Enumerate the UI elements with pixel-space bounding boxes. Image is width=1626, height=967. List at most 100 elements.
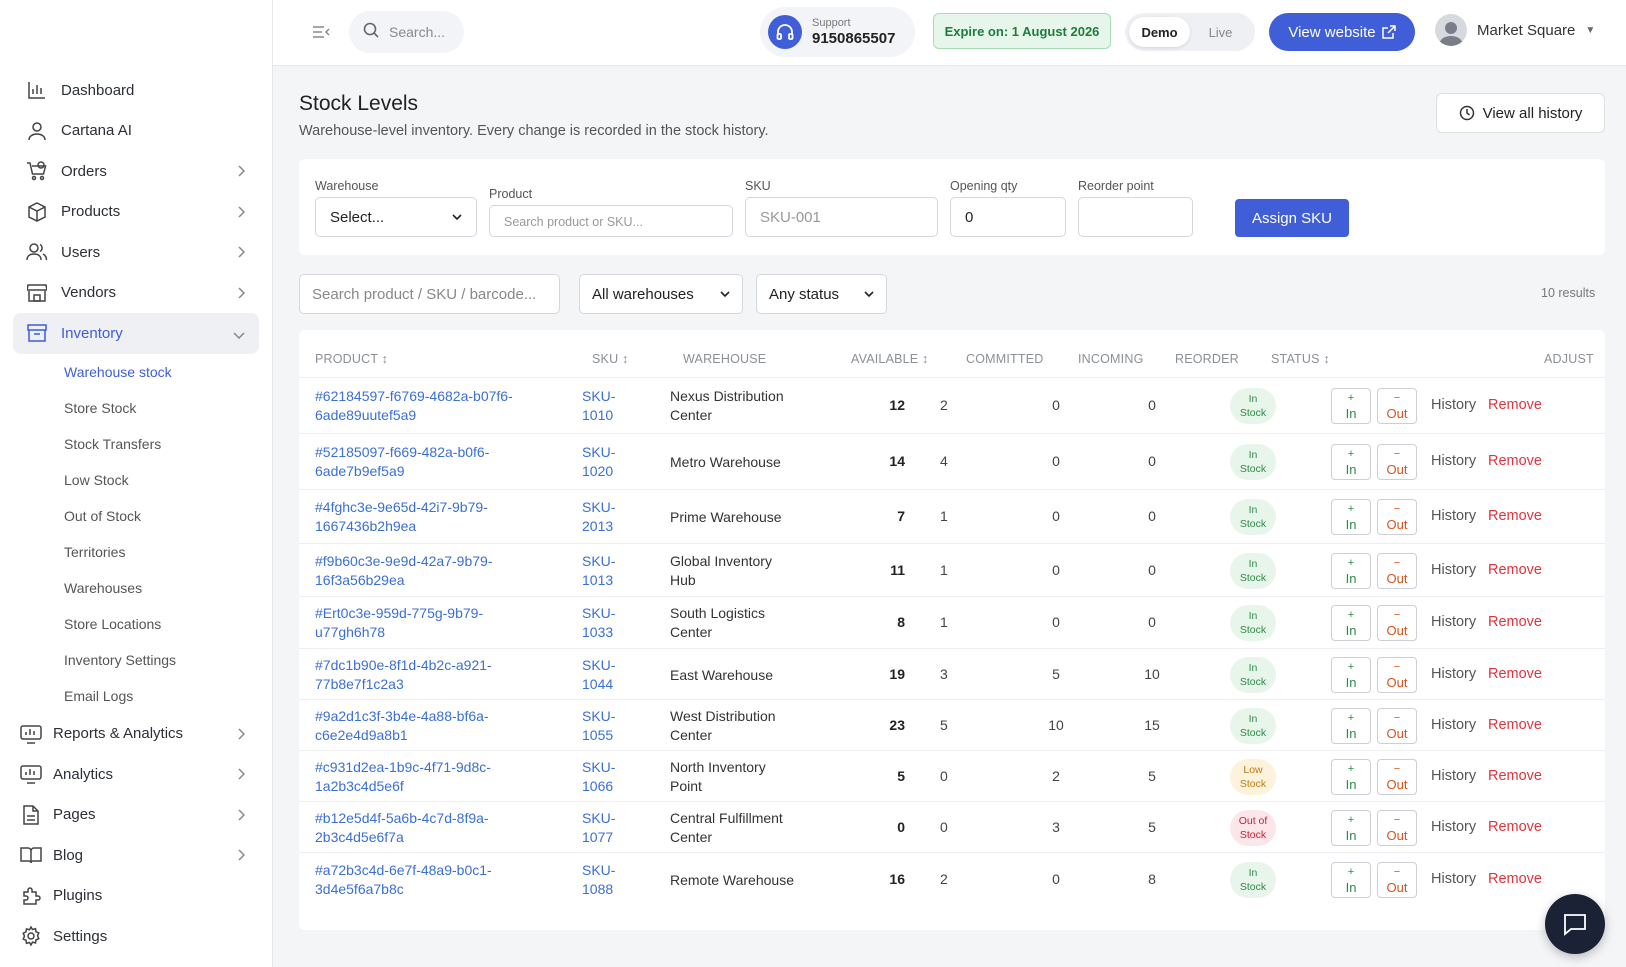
stock-out-button[interactable]: − Out: [1377, 708, 1417, 744]
stock-in-button[interactable]: + In: [1331, 708, 1371, 744]
submenu-item-stock-transfers[interactable]: Stock Transfers: [64, 426, 259, 462]
stock-in-button[interactable]: + In: [1331, 657, 1371, 693]
history-link[interactable]: History: [1431, 819, 1476, 835]
warehouse-select[interactable]: Select...: [315, 197, 477, 237]
submenu-item-inventory-settings[interactable]: Inventory Settings: [64, 642, 259, 678]
column-header-product[interactable]: PRODUCT ↕: [315, 352, 388, 366]
history-link[interactable]: History: [1431, 397, 1476, 413]
table-search-input[interactable]: [312, 285, 547, 303]
support-contact[interactable]: Support 9150865507: [760, 7, 915, 57]
sku-link[interactable]: SKU- 1013: [582, 552, 632, 590]
mode-live-button[interactable]: Live: [1190, 17, 1251, 47]
sku-input[interactable]: [745, 197, 938, 237]
history-link[interactable]: History: [1431, 717, 1476, 733]
sidebar-item-vendors[interactable]: Vendors: [13, 273, 259, 314]
stock-in-button[interactable]: + In: [1331, 444, 1371, 480]
remove-link[interactable]: Remove: [1488, 614, 1542, 630]
stock-out-button[interactable]: − Out: [1377, 810, 1417, 846]
sidebar-item-cartana-ai[interactable]: Cartana AI: [13, 111, 259, 152]
remove-link[interactable]: Remove: [1488, 666, 1542, 682]
submenu-item-out-of-stock[interactable]: Out of Stock: [64, 498, 259, 534]
user-menu[interactable]: Market Square ▼: [1435, 14, 1595, 46]
column-header-sku[interactable]: SKU ↕: [592, 352, 628, 366]
stock-out-button[interactable]: − Out: [1377, 444, 1417, 480]
product-link[interactable]: #52185097-f669-482a-b0f6- 6ade7b9ef5a9: [315, 443, 545, 481]
menu-collapse-icon[interactable]: [311, 22, 333, 44]
remove-link[interactable]: Remove: [1488, 397, 1542, 413]
product-link[interactable]: #9a2d1c3f-3b4e-4a88-bf6a-c6e2e4d9a8b1: [315, 707, 545, 745]
mode-demo-button[interactable]: Demo: [1129, 17, 1190, 47]
stock-in-button[interactable]: + In: [1331, 553, 1371, 589]
opening-qty-input[interactable]: [950, 197, 1066, 237]
stock-out-button[interactable]: − Out: [1377, 759, 1417, 795]
submenu-item-warehouse-stock[interactable]: Warehouse stock: [64, 354, 259, 390]
sku-link[interactable]: SKU- 1066: [582, 758, 632, 796]
submenu-item-low-stock[interactable]: Low Stock: [64, 462, 259, 498]
remove-link[interactable]: Remove: [1488, 871, 1542, 887]
remove-link[interactable]: Remove: [1488, 819, 1542, 835]
sidebar-item-plugins[interactable]: Plugins: [13, 876, 259, 917]
product-link[interactable]: #b12e5d4f-5a6b-4c7d-8f9a- 2b3c4d5e6f7a: [315, 809, 545, 847]
status-filter-select[interactable]: Any status: [756, 274, 887, 314]
submenu-item-warehouses[interactable]: Warehouses: [64, 570, 259, 606]
header-search[interactable]: [349, 11, 464, 53]
submenu-item-email-logs[interactable]: Email Logs: [64, 678, 259, 714]
stock-out-button[interactable]: − Out: [1377, 657, 1417, 693]
stock-in-button[interactable]: + In: [1331, 810, 1371, 846]
history-link[interactable]: History: [1431, 871, 1476, 887]
column-header-available[interactable]: AVAILABLE ↕: [851, 352, 928, 366]
product-link[interactable]: #a72b3c4d-6e7f-48a9-b0c1- 3d4e5f6a7b8c: [315, 861, 545, 899]
remove-link[interactable]: Remove: [1488, 562, 1542, 578]
sidebar-item-orders[interactable]: Orders: [13, 151, 259, 192]
remove-link[interactable]: Remove: [1488, 768, 1542, 784]
stock-in-button[interactable]: + In: [1331, 759, 1371, 795]
history-link[interactable]: History: [1431, 666, 1476, 682]
submenu-item-store-locations[interactable]: Store Locations: [64, 606, 259, 642]
stock-in-button[interactable]: + In: [1331, 862, 1371, 898]
remove-link[interactable]: Remove: [1488, 717, 1542, 733]
assign-sku-button[interactable]: Assign SKU: [1235, 199, 1349, 237]
sku-link[interactable]: SKU- 1088: [582, 861, 632, 899]
product-link[interactable]: #c931d2ea-1b9c-4f71-9d8c- 1a2b3c4d5e6f: [315, 758, 545, 796]
stock-out-button[interactable]: − Out: [1377, 388, 1417, 424]
submenu-item-store-stock[interactable]: Store Stock: [64, 390, 259, 426]
sku-link[interactable]: SKU- 1044: [582, 656, 632, 694]
column-header-status[interactable]: STATUS ↕: [1271, 352, 1330, 366]
stock-out-button[interactable]: − Out: [1377, 499, 1417, 535]
product-link[interactable]: #7dc1b90e-8f1d-4b2c-a921- 77b8e7f1c2a3: [315, 656, 545, 694]
history-link[interactable]: History: [1431, 614, 1476, 630]
stock-out-button[interactable]: − Out: [1377, 605, 1417, 641]
sidebar-item-users[interactable]: Users: [13, 232, 259, 273]
reorder-point-input[interactable]: [1078, 197, 1193, 237]
history-link[interactable]: History: [1431, 562, 1476, 578]
history-link[interactable]: History: [1431, 508, 1476, 524]
stock-out-button[interactable]: − Out: [1377, 862, 1417, 898]
product-search-input[interactable]: [489, 205, 733, 237]
remove-link[interactable]: Remove: [1488, 508, 1542, 524]
view-website-button[interactable]: View website: [1269, 13, 1415, 51]
sidebar-item-products[interactable]: Products: [13, 192, 259, 233]
view-all-history-button[interactable]: View all history: [1436, 93, 1605, 133]
product-link[interactable]: #62184597-f6769-4682a-b07f6- 6ade89uutef5…: [315, 387, 545, 425]
stock-in-button[interactable]: + In: [1331, 605, 1371, 641]
sidebar-item-pages[interactable]: Pages: [13, 795, 259, 836]
stock-in-button[interactable]: + In: [1331, 388, 1371, 424]
table-search[interactable]: [299, 274, 560, 314]
product-link[interactable]: #f9b60c3e-9e9d-42a7-9b79- 16f3a56b29ea: [315, 552, 545, 590]
header-search-input[interactable]: [389, 24, 459, 40]
sidebar-item-blog[interactable]: Blog: [13, 835, 259, 876]
sku-link[interactable]: SKU- 2013: [582, 498, 632, 536]
product-link[interactable]: #4fghc3e-9e65d-42i7-9b79- 1667436b2h9ea: [315, 498, 545, 536]
sku-link[interactable]: SKU- 1077: [582, 809, 632, 847]
sidebar-item-inventory[interactable]: Inventory: [13, 313, 259, 354]
remove-link[interactable]: Remove: [1488, 453, 1542, 469]
chat-button[interactable]: [1545, 894, 1605, 954]
sku-link[interactable]: SKU- 1020: [582, 443, 632, 481]
sku-link[interactable]: SKU- 1010: [582, 387, 632, 425]
stock-in-button[interactable]: + In: [1331, 499, 1371, 535]
stock-out-button[interactable]: − Out: [1377, 553, 1417, 589]
sidebar-item-analytics[interactable]: Analytics: [13, 754, 259, 795]
submenu-item-territories[interactable]: Territories: [64, 534, 259, 570]
sidebar-item-dashboard[interactable]: Dashboard: [13, 70, 259, 111]
sidebar-item-reports-analytics[interactable]: Reports & Analytics: [13, 714, 259, 755]
